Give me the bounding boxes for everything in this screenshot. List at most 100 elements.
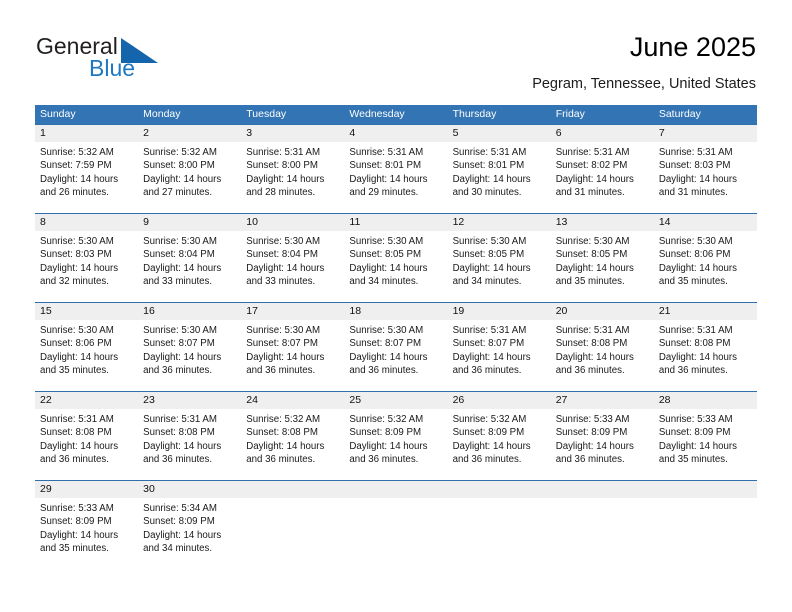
day-cell[interactable]: Sunrise: 5:30 AM Sunset: 8:05 PM Dayligh… [344, 231, 447, 302]
daylight-text: Daylight: 14 hours [555, 351, 634, 363]
daylight-text-cont: and 34 minutes. [349, 276, 419, 288]
day-cell[interactable]: Sunrise: 5:31 AM Sunset: 8:01 PM Dayligh… [448, 142, 551, 213]
day-number[interactable]: 9 [138, 214, 241, 231]
day-number[interactable]: 7 [654, 125, 757, 142]
day-cell[interactable]: Sunrise: 5:31 AM Sunset: 8:08 PM Dayligh… [35, 409, 138, 480]
sunrise-text: Sunrise: 5:30 AM [40, 325, 114, 336]
day-number-empty [448, 481, 551, 498]
daylight-text-cont: and 34 minutes. [143, 543, 213, 555]
day-number[interactable]: 13 [551, 214, 654, 231]
day-cell[interactable]: Sunrise: 5:33 AM Sunset: 8:09 PM Dayligh… [551, 409, 654, 480]
day-number[interactable]: 8 [35, 214, 138, 231]
day-number[interactable]: 10 [241, 214, 344, 231]
day-number[interactable]: 25 [344, 392, 447, 409]
day-number[interactable]: 15 [35, 303, 138, 320]
day-cell[interactable]: Sunrise: 5:33 AM Sunset: 8:09 PM Dayligh… [654, 409, 757, 480]
sunset-text: Sunset: 8:08 PM [555, 338, 628, 350]
day-number[interactable]: 3 [241, 125, 344, 142]
day-cell[interactable]: Sunrise: 5:30 AM Sunset: 8:06 PM Dayligh… [35, 320, 138, 391]
daylight-text-cont: and 29 minutes. [349, 187, 419, 199]
daylight-text-cont: and 33 minutes. [143, 276, 213, 288]
daylight-text-cont: and 26 minutes. [40, 187, 109, 199]
day-cell[interactable]: Sunrise: 5:30 AM Sunset: 8:07 PM Dayligh… [241, 320, 344, 391]
day-cell[interactable]: Sunrise: 5:30 AM Sunset: 8:04 PM Dayligh… [241, 231, 344, 302]
day-cell[interactable]: Sunrise: 5:32 AM Sunset: 8:09 PM Dayligh… [344, 409, 447, 480]
day-number[interactable]: 19 [448, 303, 551, 320]
weekday-header-row: Sunday Monday Tuesday Wednesday Thursday… [35, 105, 757, 124]
day-cell[interactable]: Sunrise: 5:31 AM Sunset: 8:08 PM Dayligh… [138, 409, 241, 480]
daylight-text: Daylight: 14 hours [452, 351, 531, 363]
day-number[interactable]: 24 [241, 392, 344, 409]
day-cell[interactable]: Sunrise: 5:30 AM Sunset: 8:07 PM Dayligh… [344, 320, 447, 391]
day-cell[interactable]: Sunrise: 5:31 AM Sunset: 8:03 PM Dayligh… [654, 142, 757, 213]
daylight-text: Daylight: 14 hours [40, 351, 119, 363]
day-cell[interactable]: Sunrise: 5:32 AM Sunset: 8:08 PM Dayligh… [241, 409, 344, 480]
weekday-header-tuesday: Tuesday [246, 108, 287, 120]
day-number[interactable]: 18 [344, 303, 447, 320]
daylight-text-cont: and 36 minutes. [143, 454, 213, 466]
day-number[interactable]: 11 [344, 214, 447, 231]
weekday-header-thursday: Thursday [452, 108, 497, 120]
day-number[interactable]: 2 [138, 125, 241, 142]
day-cell[interactable]: Sunrise: 5:31 AM Sunset: 8:02 PM Dayligh… [551, 142, 654, 213]
daylight-text: Daylight: 14 hours [555, 440, 634, 452]
day-number[interactable]: 12 [448, 214, 551, 231]
day-cell[interactable]: Sunrise: 5:30 AM Sunset: 8:05 PM Dayligh… [448, 231, 551, 302]
day-number[interactable]: 1 [35, 125, 138, 142]
daylight-text: Daylight: 14 hours [246, 173, 325, 185]
day-cell[interactable]: Sunrise: 5:32 AM Sunset: 7:59 PM Dayligh… [35, 142, 138, 213]
day-number[interactable]: 28 [654, 392, 757, 409]
day-cell[interactable]: Sunrise: 5:33 AM Sunset: 8:09 PM Dayligh… [35, 498, 138, 569]
day-cell[interactable]: Sunrise: 5:31 AM Sunset: 8:08 PM Dayligh… [654, 320, 757, 391]
sunrise-text: Sunrise: 5:31 AM [658, 147, 733, 158]
sunset-text: Sunset: 8:00 PM [246, 160, 318, 172]
day-number-band: 29 30 [35, 481, 757, 498]
day-number-empty [241, 481, 344, 498]
day-number[interactable]: 17 [241, 303, 344, 320]
day-cell[interactable]: Sunrise: 5:31 AM Sunset: 8:01 PM Dayligh… [344, 142, 447, 213]
day-cell[interactable]: Sunrise: 5:30 AM Sunset: 8:05 PM Dayligh… [551, 231, 654, 302]
sunset-text: Sunset: 8:04 PM [143, 249, 215, 261]
day-cell[interactable]: Sunrise: 5:31 AM Sunset: 8:07 PM Dayligh… [448, 320, 551, 391]
sunset-text: Sunset: 8:08 PM [246, 427, 318, 439]
sunrise-text: Sunrise: 5:31 AM [40, 414, 114, 425]
daylight-text: Daylight: 14 hours [658, 262, 737, 274]
day-cell-empty [654, 498, 757, 569]
day-number[interactable]: 6 [551, 125, 654, 142]
day-cell[interactable]: Sunrise: 5:32 AM Sunset: 8:00 PM Dayligh… [138, 142, 241, 213]
day-number[interactable]: 22 [35, 392, 138, 409]
day-cell[interactable]: Sunrise: 5:34 AM Sunset: 8:09 PM Dayligh… [138, 498, 241, 569]
sunrise-text: Sunrise: 5:32 AM [40, 147, 114, 158]
day-number[interactable]: 14 [654, 214, 757, 231]
day-number[interactable]: 27 [551, 392, 654, 409]
day-number[interactable]: 5 [448, 125, 551, 142]
day-number[interactable]: 21 [654, 303, 757, 320]
location-subtitle: Pegram, Tennessee, United States [532, 76, 756, 92]
sunrise-text: Sunrise: 5:32 AM [349, 414, 424, 425]
daylight-text-cont: and 32 minutes. [40, 276, 109, 288]
day-number[interactable]: 16 [138, 303, 241, 320]
day-cell[interactable]: Sunrise: 5:30 AM Sunset: 8:06 PM Dayligh… [654, 231, 757, 302]
general-blue-logo[interactable]: General Blue [36, 33, 226, 85]
day-cell[interactable]: Sunrise: 5:31 AM Sunset: 8:00 PM Dayligh… [241, 142, 344, 213]
day-number[interactable]: 26 [448, 392, 551, 409]
sunset-text: Sunset: 8:07 PM [349, 338, 422, 350]
daylight-text-cont: and 27 minutes. [143, 187, 213, 199]
day-cell[interactable]: Sunrise: 5:31 AM Sunset: 8:08 PM Dayligh… [551, 320, 654, 391]
day-number[interactable]: 23 [138, 392, 241, 409]
sunrise-text: Sunrise: 5:30 AM [246, 236, 321, 247]
day-cell[interactable]: Sunrise: 5:30 AM Sunset: 8:04 PM Dayligh… [138, 231, 241, 302]
sunset-text: Sunset: 8:09 PM [143, 516, 215, 528]
sunset-text: Sunset: 8:09 PM [452, 427, 525, 439]
day-number[interactable]: 30 [138, 481, 241, 498]
day-cell[interactable]: Sunrise: 5:30 AM Sunset: 8:07 PM Dayligh… [138, 320, 241, 391]
day-number[interactable]: 20 [551, 303, 654, 320]
daylight-text: Daylight: 14 hours [40, 173, 119, 185]
day-cell[interactable]: Sunrise: 5:32 AM Sunset: 8:09 PM Dayligh… [448, 409, 551, 480]
day-number[interactable]: 4 [344, 125, 447, 142]
day-cell[interactable]: Sunrise: 5:30 AM Sunset: 8:03 PM Dayligh… [35, 231, 138, 302]
daylight-text-cont: and 35 minutes. [40, 365, 109, 377]
day-number[interactable]: 29 [35, 481, 138, 498]
daylight-text: Daylight: 14 hours [658, 440, 737, 452]
day-number-empty [344, 481, 447, 498]
